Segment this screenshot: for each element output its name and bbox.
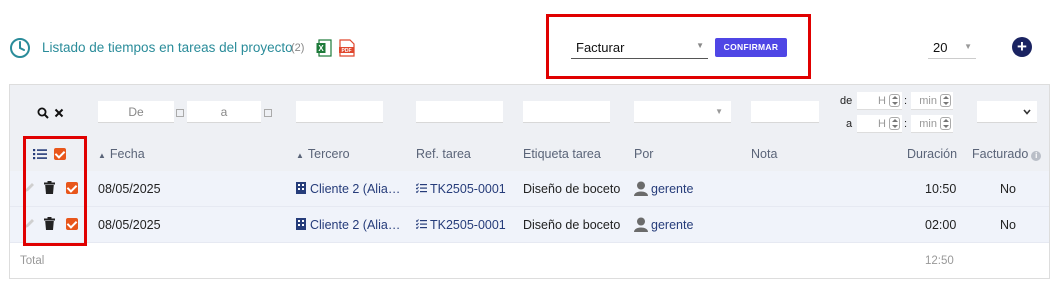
total-row bbox=[10, 243, 1049, 278]
cell-tercero-text: Cliente 2 (Alia… bbox=[310, 182, 401, 196]
cell-ref-tarea[interactable]: TK2505-0001 bbox=[415, 182, 506, 196]
spinner-icon[interactable] bbox=[940, 94, 951, 107]
svg-text:PDF: PDF bbox=[342, 48, 352, 54]
task-list-icon bbox=[415, 183, 427, 194]
info-icon: i bbox=[1031, 151, 1042, 161]
mass-action-select[interactable]: Facturar ▼ bbox=[571, 37, 708, 59]
chevron-down-icon: ▼ bbox=[696, 41, 704, 50]
mass-action-selected-value: Facturar bbox=[576, 40, 625, 55]
duration-to-label: a bbox=[846, 118, 853, 130]
column-header-ref-tarea[interactable]: Ref. tarea bbox=[416, 147, 471, 161]
cell-duracion: 10:50 bbox=[925, 182, 957, 196]
duration-to-minutes[interactable]: min bbox=[911, 115, 953, 133]
column-header-facturado[interactable]: Facturado i bbox=[972, 147, 1042, 161]
calendar-icon[interactable] bbox=[264, 109, 272, 117]
spinner-icon[interactable] bbox=[889, 117, 900, 130]
duration-from-label: de bbox=[840, 95, 853, 107]
clock-icon bbox=[10, 38, 30, 58]
spinner-icon[interactable] bbox=[940, 117, 951, 130]
calendar-icon[interactable] bbox=[176, 109, 184, 117]
pdf-export-icon[interactable]: PDF bbox=[338, 39, 355, 57]
page-title: Listado de tiempos en tareas del proyect… bbox=[42, 40, 293, 55]
chevron-down-icon: ▼ bbox=[964, 42, 972, 51]
cell-ref-tarea-text: TK2505-0001 bbox=[430, 182, 506, 196]
column-header-por[interactable]: Por bbox=[634, 147, 653, 161]
total-label: Total bbox=[20, 255, 45, 267]
cell-facturado: No bbox=[1000, 218, 1016, 232]
tercero-filter-input[interactable] bbox=[296, 101, 383, 123]
cell-por[interactable]: gerente bbox=[634, 181, 693, 196]
total-duration: 12:50 bbox=[925, 255, 954, 267]
row-actions-highlight bbox=[23, 136, 87, 246]
etiqueta-filter-input[interactable] bbox=[523, 101, 610, 123]
time-colon: : bbox=[904, 118, 908, 130]
svg-text:X: X bbox=[318, 44, 324, 53]
duration-from-hours[interactable]: H bbox=[857, 92, 902, 110]
cell-tercero[interactable]: Cliente 2 (Alia… bbox=[296, 218, 400, 232]
cell-fecha: 08/05/2025 bbox=[98, 218, 161, 232]
cell-por-text: gerente bbox=[651, 218, 694, 232]
user-avatar-icon bbox=[634, 217, 648, 232]
chevron-down-icon bbox=[1023, 109, 1031, 115]
cell-facturado: No bbox=[1000, 182, 1016, 196]
cell-ref-tarea-text: TK2505-0001 bbox=[430, 218, 506, 232]
date-from-input[interactable]: De bbox=[98, 101, 174, 123]
column-header-fecha[interactable]: ▲ Fecha bbox=[98, 147, 145, 161]
cell-etiqueta: Diseño de boceto bbox=[523, 218, 621, 232]
cell-tercero-text: Cliente 2 (Alia… bbox=[310, 218, 401, 232]
cell-tercero[interactable]: Cliente 2 (Alia… bbox=[296, 182, 400, 196]
cell-etiqueta: Diseño de boceto bbox=[523, 182, 621, 196]
facturado-filter-select[interactable] bbox=[977, 101, 1037, 123]
chevron-down-icon: ▼ bbox=[715, 107, 723, 116]
cell-duracion: 02:00 bbox=[925, 218, 957, 232]
building-icon bbox=[296, 182, 306, 194]
minute-placeholder: min bbox=[919, 95, 937, 107]
record-count: (2) bbox=[291, 42, 305, 54]
date-to-input[interactable]: a bbox=[187, 101, 261, 123]
sort-up-icon: ▲ bbox=[296, 151, 304, 160]
page-limit-value: 20 bbox=[933, 40, 948, 55]
cell-por[interactable]: gerente bbox=[634, 217, 693, 232]
column-header-tercero[interactable]: ▲ Tercero bbox=[296, 147, 350, 161]
cell-ref-tarea[interactable]: TK2505-0001 bbox=[415, 218, 506, 232]
sort-up-icon: ▲ bbox=[98, 151, 106, 160]
ref-tarea-filter-input[interactable] bbox=[416, 101, 503, 123]
column-header-nota[interactable]: Nota bbox=[751, 147, 777, 161]
building-icon bbox=[296, 218, 306, 230]
add-time-button[interactable]: + bbox=[1012, 37, 1032, 57]
page-limit-select[interactable]: 20 ▼ bbox=[928, 37, 976, 59]
minute-placeholder: min bbox=[919, 118, 937, 130]
hour-placeholder: H bbox=[878, 118, 886, 130]
por-filter-select[interactable]: ▼ bbox=[634, 101, 731, 123]
column-label: Fecha bbox=[109, 147, 145, 161]
user-avatar-icon bbox=[634, 181, 648, 196]
column-label: Tercero bbox=[307, 147, 350, 161]
column-header-etiqueta[interactable]: Etiqueta tarea bbox=[523, 147, 601, 161]
time-colon: : bbox=[904, 95, 908, 107]
duration-from-minutes[interactable]: min bbox=[911, 92, 953, 110]
confirm-button[interactable]: CONFIRMAR bbox=[715, 38, 787, 57]
column-header-duracion[interactable]: Duración bbox=[907, 147, 957, 161]
spinner-icon[interactable] bbox=[889, 94, 900, 107]
hour-placeholder: H bbox=[878, 95, 886, 107]
clear-filter-icon[interactable] bbox=[54, 108, 64, 118]
column-label: Facturado bbox=[972, 147, 1029, 161]
task-list-icon bbox=[415, 219, 427, 230]
nota-filter-input[interactable] bbox=[751, 101, 819, 123]
duration-to-hours[interactable]: H bbox=[857, 115, 902, 133]
search-icon[interactable] bbox=[37, 107, 49, 119]
cell-por-text: gerente bbox=[651, 182, 694, 196]
excel-export-icon[interactable]: X bbox=[316, 39, 332, 57]
cell-fecha: 08/05/2025 bbox=[98, 182, 161, 196]
